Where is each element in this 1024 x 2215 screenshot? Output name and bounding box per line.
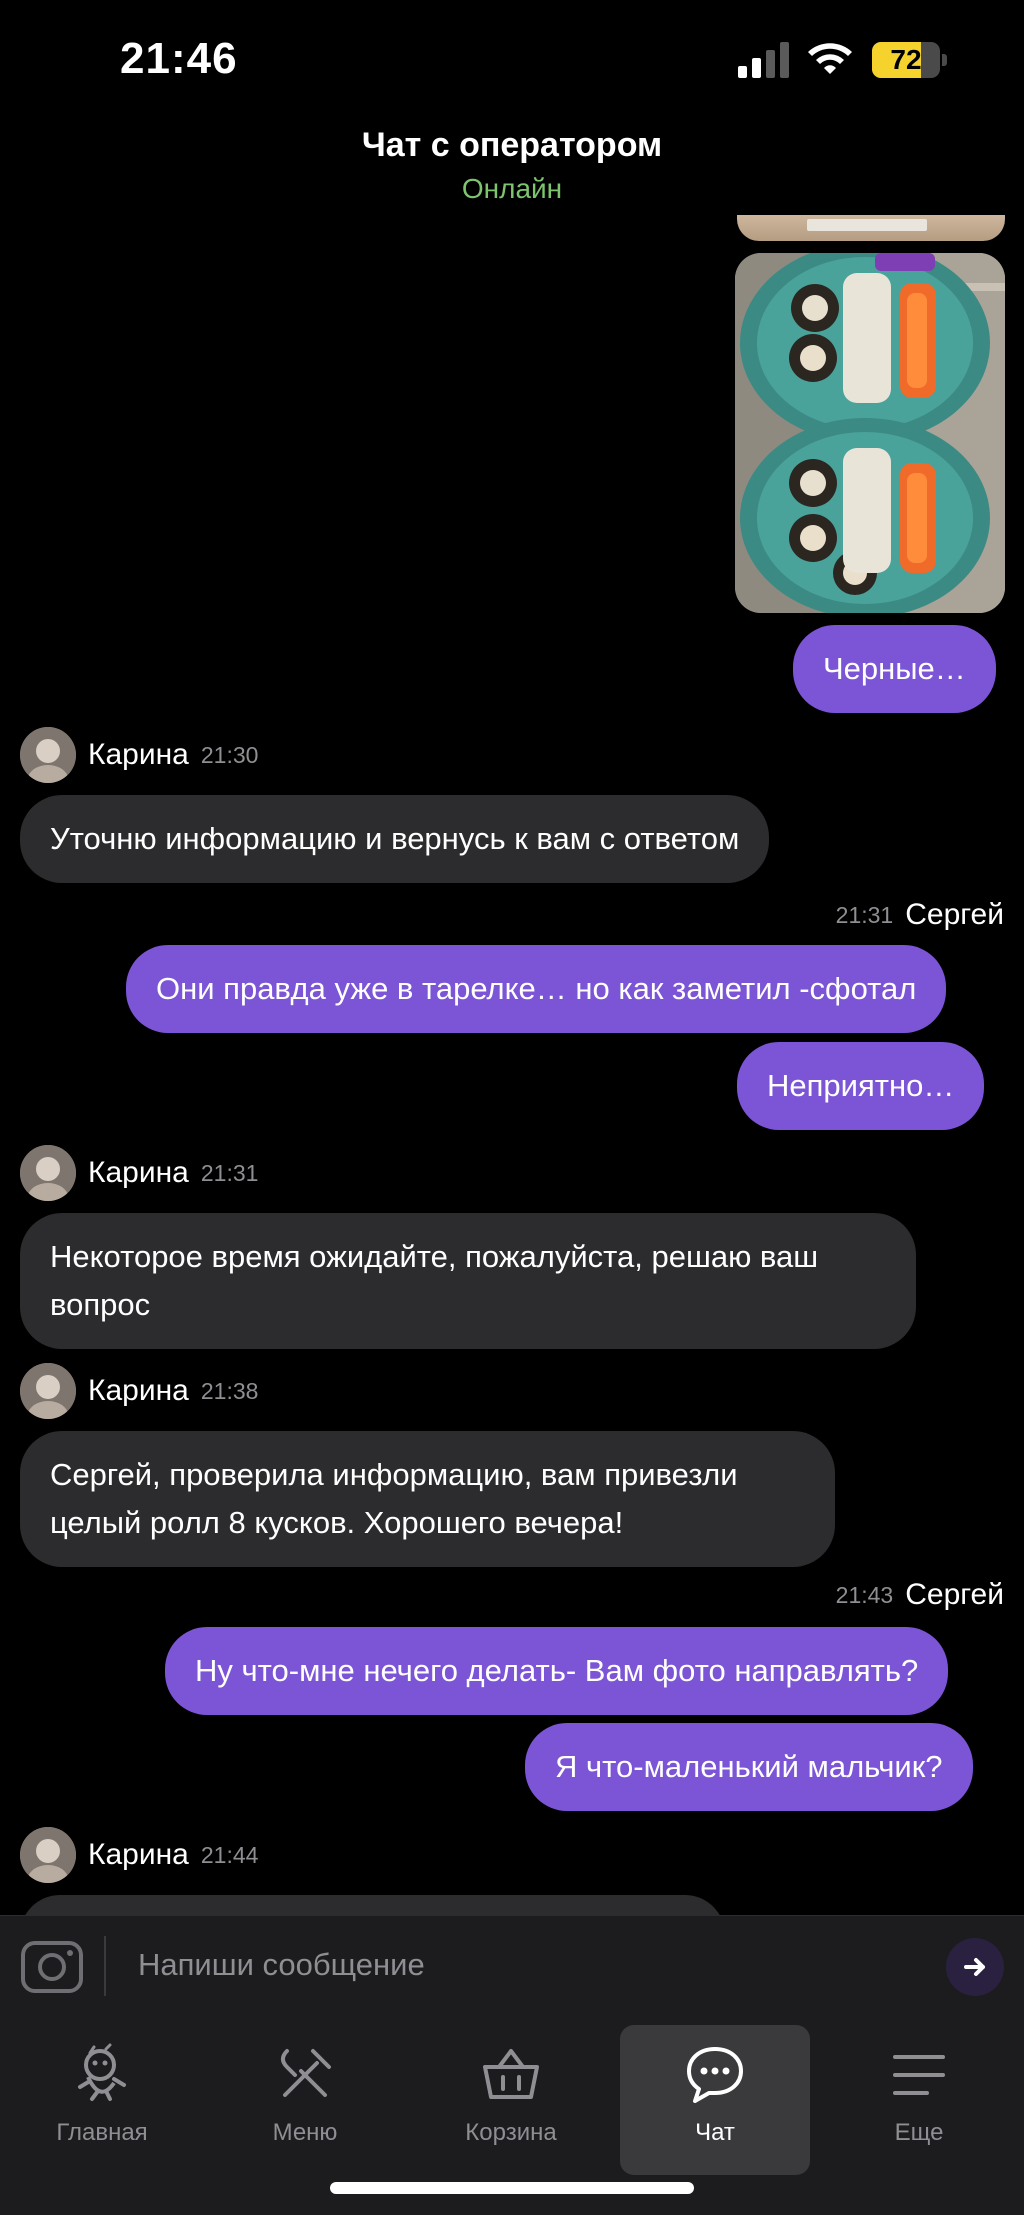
sender-name: Карина bbox=[88, 1374, 189, 1407]
message-list[interactable]: Черные… Карина 21:30 Уточню информацию и… bbox=[0, 215, 1024, 1915]
divider bbox=[104, 1936, 106, 1996]
message-input[interactable] bbox=[122, 1930, 922, 2000]
sender-name: Сергей bbox=[905, 1578, 1004, 1611]
menu-lines-icon bbox=[893, 2055, 945, 2095]
chat-header: Чат с оператором Онлайн bbox=[0, 120, 1024, 210]
fork-knife-icon bbox=[281, 2049, 331, 2097]
mascot-icon bbox=[78, 2043, 126, 2101]
outgoing-message[interactable]: Ну что-мне нечего делать- Вам фото напра… bbox=[165, 1627, 949, 1715]
tab-cart[interactable]: Корзина bbox=[416, 2025, 606, 2175]
outgoing-message[interactable]: Они правда уже в тарелке… но как заметил… bbox=[126, 945, 947, 1033]
arrow-right-icon bbox=[964, 1958, 985, 1976]
message-composer bbox=[0, 1915, 1024, 2015]
outgoing-message[interactable]: Черные… bbox=[793, 625, 996, 713]
message-meta-karina: Карина 21:30 bbox=[20, 727, 258, 783]
outgoing-message[interactable]: Я что-маленький мальчик? bbox=[525, 1723, 973, 1811]
battery-icon: 72 bbox=[872, 42, 948, 78]
message-meta-sergey: 21:43 Сергей bbox=[836, 1575, 1004, 1615]
avatar bbox=[20, 1827, 76, 1883]
avatar bbox=[20, 727, 76, 783]
status-time: 21:46 bbox=[120, 34, 238, 83]
basket-icon bbox=[483, 2049, 539, 2099]
tab-label: Еще bbox=[894, 2119, 944, 2146]
incoming-message[interactable]: Уточню информацию и вернусь к вам с отве… bbox=[20, 795, 770, 883]
sushi-photo-attachment[interactable] bbox=[735, 253, 1005, 613]
message-time: 21:30 bbox=[200, 741, 259, 768]
message-meta-sergey: 21:31 Сергей bbox=[836, 895, 1004, 935]
tab-chat[interactable]: Чат bbox=[620, 2025, 810, 2175]
message-time: 21:44 bbox=[200, 1841, 259, 1868]
message-time: 21:31 bbox=[200, 1159, 259, 1186]
incoming-message[interactable]: Некоторое время ожидайте, пожалуйста, ре… bbox=[20, 1213, 916, 1349]
message-meta-karina: Карина 21:38 bbox=[20, 1363, 258, 1419]
tab-home[interactable]: Главная bbox=[7, 2025, 197, 2175]
avatar bbox=[20, 1363, 76, 1419]
message-time: 21:31 bbox=[835, 901, 894, 928]
tab-label: Чат bbox=[695, 2119, 735, 2146]
chat-bubble-icon bbox=[687, 2047, 743, 2103]
outgoing-message[interactable]: Неприятно… bbox=[737, 1042, 985, 1130]
sushi-photo-image bbox=[735, 253, 1005, 613]
operator-status: Онлайн bbox=[461, 173, 563, 204]
message-time: 21:38 bbox=[200, 1377, 259, 1404]
sender-name: Карина bbox=[88, 1156, 189, 1189]
message-meta-karina: Карина 21:31 bbox=[20, 1145, 258, 1201]
tab-more[interactable]: Еще bbox=[824, 2025, 1014, 2175]
tab-label: Главная bbox=[56, 2119, 148, 2146]
sender-name: Карина bbox=[88, 1838, 189, 1871]
cellular-signal-icon bbox=[738, 42, 790, 78]
incoming-message[interactable]: Сергей, проверила информацию, вам привез… bbox=[20, 1431, 835, 1567]
sender-name: Карина bbox=[88, 738, 189, 771]
camera-button[interactable] bbox=[20, 1940, 84, 1994]
message-time: 21:43 bbox=[835, 1581, 894, 1608]
tab-label: Корзина bbox=[465, 2119, 557, 2146]
status-bar: 21:46 72 bbox=[0, 0, 1024, 120]
camera-icon bbox=[21, 1941, 83, 1993]
avatar bbox=[20, 1145, 76, 1201]
send-button[interactable] bbox=[946, 1938, 1004, 1996]
page-title: Чат с оператором bbox=[361, 126, 663, 164]
wifi-icon bbox=[808, 43, 852, 74]
tab-menu[interactable]: Меню bbox=[210, 2025, 400, 2175]
message-meta-karina: Карина 21:44 bbox=[20, 1827, 258, 1883]
incoming-message-partial[interactable] bbox=[20, 1895, 725, 1915]
home-indicator[interactable] bbox=[330, 2182, 694, 2194]
bottom-tab-bar: Главная Меню Корзина Чат Еще bbox=[0, 2015, 1024, 2215]
battery-percent: 72 bbox=[890, 44, 922, 75]
tab-label: Меню bbox=[272, 2119, 338, 2146]
previous-photo-attachment[interactable] bbox=[737, 215, 1005, 241]
sender-name: Сергей bbox=[905, 898, 1004, 931]
